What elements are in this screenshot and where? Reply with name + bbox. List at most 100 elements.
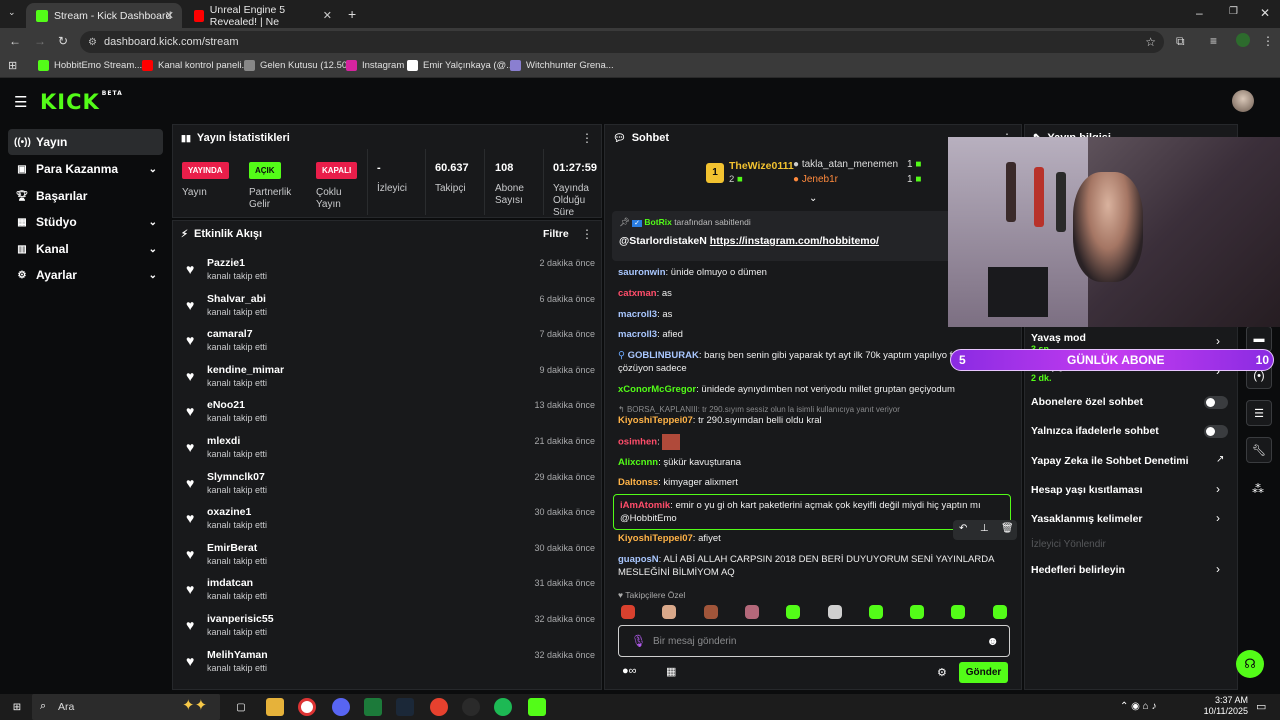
- emote-icon[interactable]: [621, 605, 635, 619]
- gift-box-icon[interactable]: ▦: [666, 665, 676, 678]
- chat-message[interactable]: KiyoshiTeppei07: afiyet: [618, 532, 1010, 545]
- chat-username[interactable]: macroll3: [618, 309, 657, 320]
- share-icon[interactable]: ⁂: [1252, 482, 1264, 496]
- close-window-icon[interactable]: ✕: [1260, 6, 1270, 20]
- app-icon[interactable]: [430, 698, 448, 716]
- user-avatar[interactable]: [1232, 90, 1254, 112]
- setting-yasakli-kelimeler[interactable]: Yasaklanmış kelimeler: [1031, 513, 1231, 525]
- sidebar-item-kanal[interactable]: ▥ Kanal ⌄: [8, 236, 163, 262]
- chat-username[interactable]: iAmAtomik: [620, 500, 670, 511]
- bookmark-star-icon[interactable]: ☆: [1145, 35, 1156, 49]
- discord-icon[interactable]: [332, 698, 350, 716]
- sidebar-item-para-kazanma[interactable]: ▣ Para Kazanma ⌄: [8, 156, 163, 182]
- chat-message[interactable]: Daltonss: kimyager alixmert: [618, 476, 1010, 489]
- system-tray-icons[interactable]: ⌃ ◉ ⌂ ♪: [1120, 701, 1156, 712]
- chat-username[interactable]: guaposN: [618, 554, 659, 565]
- chat-username[interactable]: catxman: [618, 288, 657, 299]
- delete-icon[interactable]: 🗑︎: [1001, 523, 1014, 534]
- chat-message[interactable]: osimhen:: [618, 434, 1010, 450]
- follow-row[interactable]: ♥ oxazine1 kanalı takip etti 30 dakika önce: [183, 506, 595, 540]
- media-icon[interactable]: ≡: [1210, 34, 1217, 48]
- follow-row[interactable]: ♥ Slymnclk07 kanalı takip etti 29 dakika ön…: [183, 471, 595, 505]
- activity-menu-icon[interactable]: ⋮: [581, 227, 593, 241]
- reply-icon[interactable]: ↶: [959, 523, 967, 534]
- sidebar-item-studyo[interactable]: ▦ Stüdyo ⌄: [8, 209, 163, 235]
- emote-icon[interactable]: [951, 605, 966, 619]
- windows-start-icon[interactable]: ⊞: [8, 698, 26, 716]
- hamburger-menu-icon[interactable]: ☰: [14, 93, 27, 111]
- chat-message[interactable]: guaposN: ALİ ABİ ALLAH CARPSIN 2018 DEN …: [618, 553, 1010, 579]
- minimize-icon[interactable]: –: [1196, 6, 1203, 20]
- bookmark-instagram[interactable]: Instagram: [346, 60, 404, 71]
- chat-username[interactable]: Alixcnnn: [618, 457, 658, 468]
- sidebar-item-yayin[interactable]: ((•)) Yayın: [8, 129, 163, 155]
- follow-row[interactable]: ♥ eNoo21 kanalı takip etti 13 dakika önce: [183, 399, 595, 433]
- points-icon[interactable]: ●∞: [622, 665, 637, 677]
- leader-row[interactable]: ● Jeneb1r: [793, 174, 838, 185]
- menu-icon[interactable]: ⋮: [1262, 34, 1274, 48]
- toggle-yalnizca-ifade[interactable]: [1204, 425, 1228, 438]
- emote-icon[interactable]: [744, 605, 759, 619]
- send-button[interactable]: Gönder: [959, 662, 1008, 683]
- microphone-icon[interactable]: 🎙︎: [631, 634, 646, 648]
- xbox-icon[interactable]: [364, 698, 382, 716]
- leader-row[interactable]: ● takla_atan_menemen: [793, 159, 898, 170]
- chrome-icon[interactable]: [298, 698, 316, 716]
- taskbar-search[interactable]: ⌕ Ara ✦✦: [32, 694, 220, 720]
- chat-username[interactable]: macroll3: [618, 329, 657, 340]
- filter-button[interactable]: Filtre: [543, 228, 569, 240]
- bookmark-emir[interactable]: Emir Yalçınkaya (@...: [407, 60, 514, 71]
- emote-icon[interactable]: [827, 605, 842, 619]
- follow-row[interactable]: ♥ EmirBerat kanalı takip etti 30 dakika önc…: [183, 542, 595, 576]
- emote-icon[interactable]: [703, 605, 718, 619]
- follow-row[interactable]: ♥ kendine_mimar kanalı takip etti 9 dakika …: [183, 364, 595, 398]
- pinned-link[interactable]: https://instagram.com/hobbitemo/: [710, 235, 879, 247]
- pin-message-icon[interactable]: ⊥: [980, 523, 989, 534]
- kick-taskbar-icon[interactable]: [528, 698, 546, 716]
- site-info-icon[interactable]: ⚙: [88, 37, 97, 48]
- notifications-icon[interactable]: ▭: [1256, 700, 1266, 713]
- chat-input[interactable]: 🎙︎ Bir mesaj gönderin ☻: [618, 625, 1010, 657]
- profile-icon[interactable]: [1236, 33, 1250, 47]
- chat-message[interactable]: macroll3: afied: [618, 328, 1010, 341]
- toggle-abonelere-ozel[interactable]: [1204, 396, 1228, 409]
- follow-row[interactable]: ♥ imdatcan kanalı takip etti 31 dakika önce: [183, 577, 595, 611]
- sidebar-item-ayarlar[interactable]: ⚙ Ayarlar ⌄: [8, 262, 163, 288]
- leader-name[interactable]: TheWize0111: [729, 160, 794, 172]
- tools-rail-button[interactable]: 🔧︎: [1246, 437, 1272, 463]
- setting-hesap-yasi[interactable]: Hesap yaşı kısıtlaması: [1031, 484, 1231, 496]
- setting-hedefler[interactable]: Hedefleri belirleyin: [1031, 564, 1231, 576]
- emote-icon[interactable]: [992, 605, 1007, 619]
- file-explorer-icon[interactable]: [266, 698, 284, 716]
- chat-username[interactable]: KiyoshiTeppei07: [618, 415, 693, 426]
- chat-message[interactable]: iAmAtomik: emir o yu gi oh kart paketler…: [613, 494, 1011, 530]
- emote-icon[interactable]: [786, 605, 801, 619]
- kick-logo[interactable]: KICK BETA: [40, 90, 123, 114]
- obs-icon[interactable]: [462, 698, 480, 716]
- emote-icon[interactable]: [910, 605, 925, 619]
- tab-youtube[interactable]: Unreal Engine 5 Revealed! | Ne ✕: [184, 3, 340, 28]
- restore-icon[interactable]: ❐: [1229, 6, 1238, 17]
- apps-grid-icon[interactable]: ⊞: [8, 59, 17, 72]
- bookmark-gelen-kutusu[interactable]: Gelen Kutusu (12.50...: [244, 60, 355, 71]
- follow-row[interactable]: ♥ MelihYaman kanalı takip etti 32 dakika ön…: [183, 649, 595, 683]
- reload-icon[interactable]: ↻: [58, 34, 68, 48]
- bookmark-hobbitemo[interactable]: HobbitEmo Stream...: [38, 60, 142, 71]
- close-tab-icon[interactable]: ✕: [323, 9, 332, 22]
- follow-row[interactable]: ♥ camaral7 kanalı takip etti 7 dakika önce: [183, 328, 595, 362]
- chat-message[interactable]: Alixcnnn: şükür kavuşturana: [618, 456, 1010, 469]
- steam-icon[interactable]: [396, 698, 414, 716]
- queue-rail-button[interactable]: ☰: [1246, 400, 1272, 426]
- chat-settings-icon[interactable]: ⚙: [937, 666, 947, 679]
- new-tab-icon[interactable]: +: [348, 6, 356, 22]
- chat-username[interactable]: KiyoshiTeppei07: [618, 533, 693, 544]
- support-headset-icon[interactable]: ☊: [1236, 650, 1264, 678]
- close-tab-icon[interactable]: ✕: [165, 9, 174, 22]
- bookmark-kanal[interactable]: Kanal kontrol paneli...: [142, 60, 249, 71]
- follow-row[interactable]: ♥ ivanperisic55 kanalı takip etti 32 dakika…: [183, 613, 595, 647]
- chat-username[interactable]: Daltonss: [618, 477, 658, 488]
- spotify-icon[interactable]: [494, 698, 512, 716]
- url-field[interactable]: ⚙ dashboard.kick.com/stream ☆: [80, 31, 1164, 53]
- chat-message[interactable]: xConorMcGregor: ünidede aynıydımben not …: [618, 383, 1010, 396]
- setting-yapay-zeka[interactable]: Yapay Zeka ile Sohbet Denetimi: [1031, 455, 1231, 467]
